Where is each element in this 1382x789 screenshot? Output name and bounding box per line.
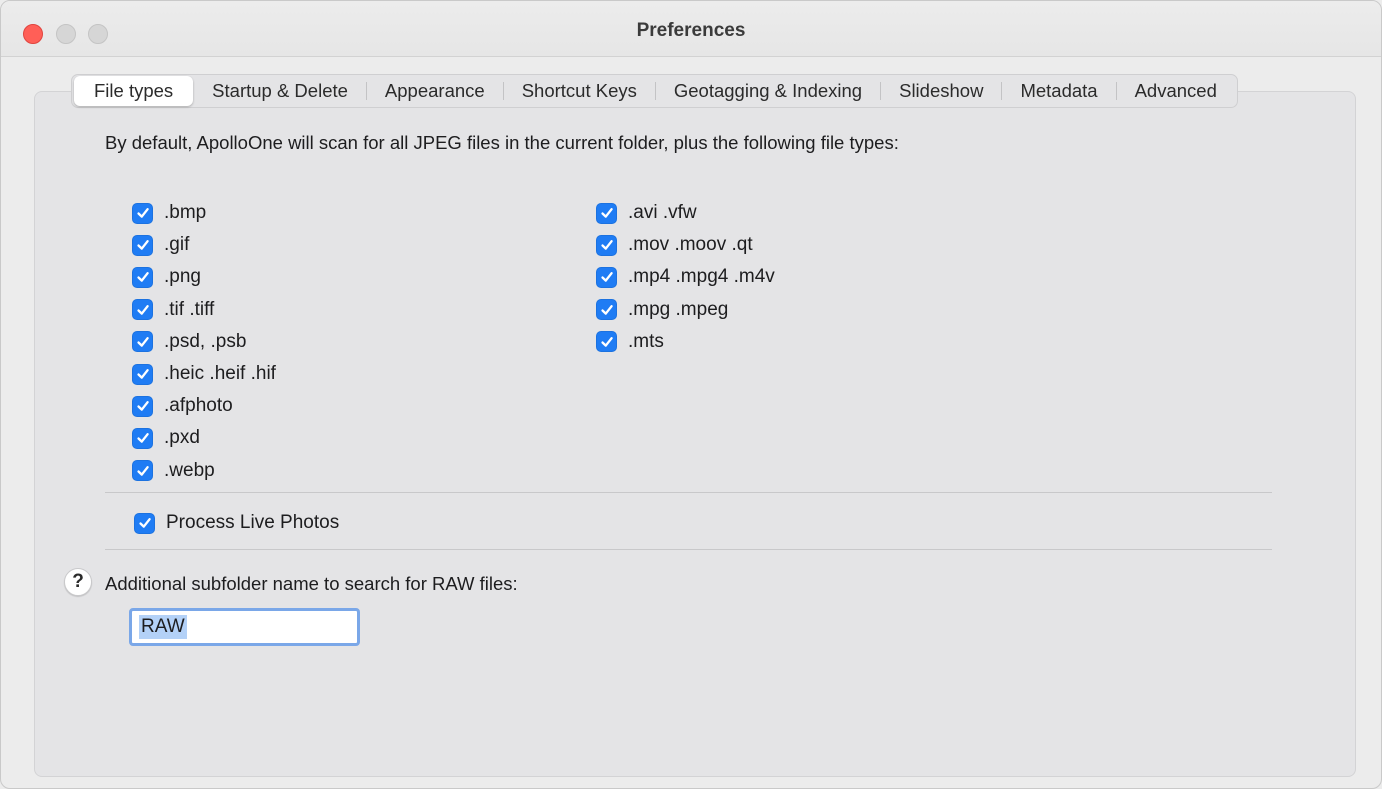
section-divider [105, 549, 1272, 550]
checkbox-checked-icon[interactable] [132, 395, 153, 417]
filetype-label: .mpg .mpeg [628, 298, 729, 320]
filetype-checkbox-png[interactable]: .png [132, 261, 276, 293]
filetype-checkbox-mp4[interactable]: .mp4 .mpg4 .m4v [596, 261, 775, 293]
filetype-checkbox-psd[interactable]: .psd, .psb [132, 326, 276, 358]
filetype-label: .gif [164, 234, 190, 256]
filetype-label: .pxd [164, 427, 200, 449]
image-file-types-list: .bmp .gif .png .tif .tiff .psd, .psb .he… [132, 197, 276, 487]
filetype-label: .mts [628, 330, 664, 352]
help-icon[interactable]: ? [64, 568, 92, 596]
checkbox-checked-icon[interactable] [132, 427, 153, 449]
checkbox-checked-icon[interactable] [132, 460, 153, 482]
filetype-label: .tif .tiff [164, 298, 215, 320]
tab-file-types[interactable]: File types [74, 76, 194, 106]
preferences-window: Preferences File types Startup & Delete … [0, 0, 1382, 789]
checkbox-checked-icon[interactable] [132, 202, 153, 224]
filetype-label: .psd, .psb [164, 330, 247, 352]
tab-shortcut-keys[interactable]: Shortcut Keys [504, 76, 655, 106]
filetype-checkbox-bmp[interactable]: .bmp [132, 197, 276, 229]
filetype-label: .png [164, 266, 201, 288]
checkbox-checked-icon[interactable] [596, 331, 617, 353]
filetype-checkbox-gif[interactable]: .gif [132, 229, 276, 261]
checkbox-checked-icon[interactable] [132, 363, 153, 385]
tab-slideshow[interactable]: Slideshow [881, 76, 1001, 106]
filetype-label: .webp [164, 459, 215, 481]
window-title: Preferences [636, 20, 746, 41]
checkbox-checked-icon[interactable] [134, 512, 155, 534]
preferences-tab-bar: File types Startup & Delete Appearance S… [71, 74, 1238, 108]
checkbox-checked-icon[interactable] [132, 266, 153, 288]
raw-subfolder-label: Additional subfolder name to search for … [105, 573, 518, 594]
filetype-label: .avi .vfw [628, 202, 697, 224]
checkbox-checked-icon[interactable] [596, 202, 617, 224]
filetype-label: .bmp [164, 202, 207, 224]
filetype-checkbox-mpg[interactable]: .mpg .mpeg [596, 294, 775, 326]
filetype-checkbox-pxd[interactable]: .pxd [132, 422, 276, 454]
process-live-photos-checkbox[interactable]: Process Live Photos [134, 507, 339, 539]
process-live-photos-label: Process Live Photos [166, 512, 340, 534]
filetype-checkbox-mov[interactable]: .mov .moov .qt [596, 229, 775, 261]
file-types-description: By default, ApolloOne will scan for all … [105, 132, 899, 153]
tab-appearance[interactable]: Appearance [367, 76, 503, 106]
raw-subfolder-input[interactable]: RAW [129, 608, 360, 646]
filetype-checkbox-heic[interactable]: .heic .heif .hif [132, 358, 276, 390]
filetype-label: .heic .heif .hif [164, 363, 276, 385]
filetype-label: .afphoto [164, 395, 233, 417]
filetype-checkbox-afphoto[interactable]: .afphoto [132, 390, 276, 422]
section-divider [105, 492, 1272, 493]
checkbox-checked-icon[interactable] [596, 299, 617, 321]
tab-metadata[interactable]: Metadata [1002, 76, 1115, 106]
checkbox-checked-icon[interactable] [132, 331, 153, 353]
filetype-label: .mp4 .mpg4 .m4v [628, 266, 775, 288]
tab-geotagging-indexing[interactable]: Geotagging & Indexing [656, 76, 880, 106]
checkbox-checked-icon[interactable] [596, 266, 617, 288]
tab-advanced[interactable]: Advanced [1117, 76, 1235, 106]
raw-subfolder-value[interactable]: RAW [139, 615, 187, 639]
checkbox-checked-icon[interactable] [132, 234, 153, 256]
checkbox-checked-icon[interactable] [132, 299, 153, 321]
video-file-types-list: .avi .vfw .mov .moov .qt .mp4 .mpg4 .m4v… [596, 197, 775, 358]
title-bar[interactable]: Preferences [1, 1, 1381, 57]
filetype-checkbox-tif[interactable]: .tif .tiff [132, 294, 276, 326]
filetype-checkbox-avi[interactable]: .avi .vfw [596, 197, 775, 229]
checkbox-checked-icon[interactable] [596, 234, 617, 256]
filetype-label: .mov .moov .qt [628, 234, 753, 256]
filetype-checkbox-mts[interactable]: .mts [596, 326, 775, 358]
tab-startup-delete[interactable]: Startup & Delete [194, 76, 366, 106]
filetype-checkbox-webp[interactable]: .webp [132, 455, 276, 487]
